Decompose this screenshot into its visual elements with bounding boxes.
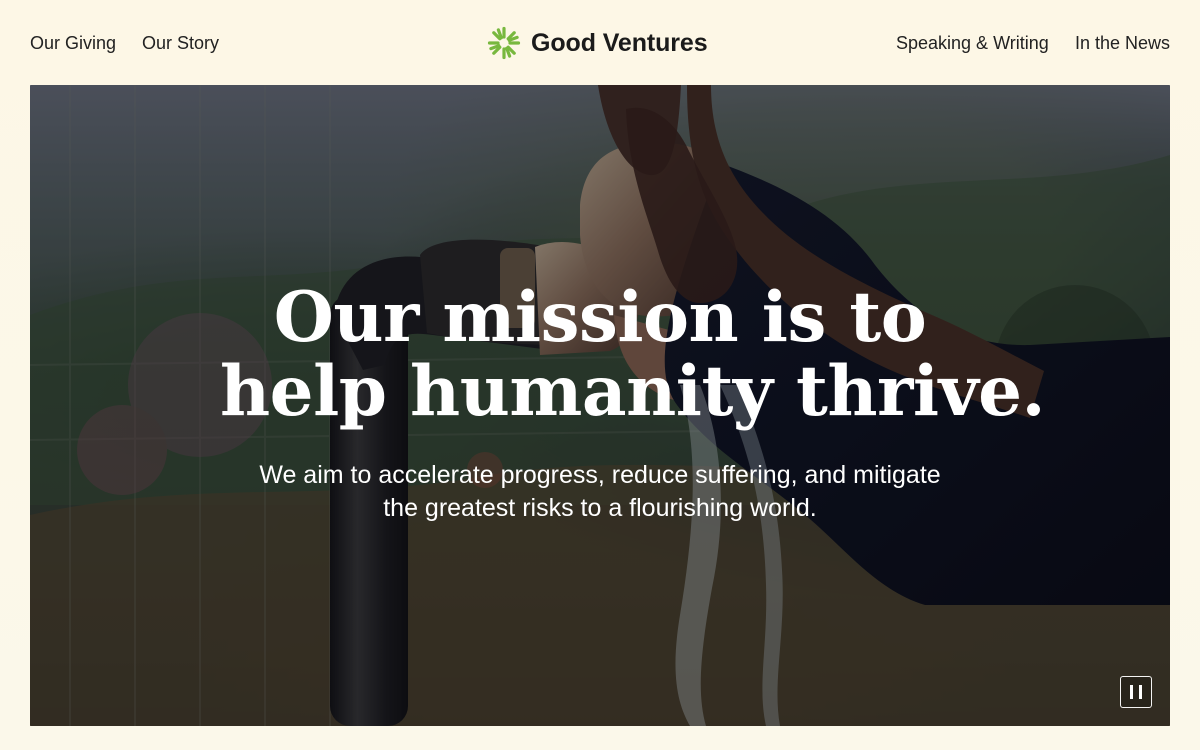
pause-video-button[interactable] xyxy=(1120,676,1152,708)
pause-bar xyxy=(1130,685,1133,699)
nav-link-our-story[interactable]: Our Story xyxy=(142,32,219,54)
hero-heading: Our mission is to help humanity thrive. xyxy=(220,277,1046,432)
hero-video-section: Our mission is to help humanity thrive. … xyxy=(30,85,1170,726)
hero-subtitle-line: the greatest risks to a flourishing worl… xyxy=(383,494,817,522)
hero-heading-line: Our mission is to xyxy=(273,277,927,358)
good-ventures-homepage: Our Giving Our Story Good Ventures Speak… xyxy=(0,0,1200,750)
nav-link-speaking-writing[interactable]: Speaking & Writing xyxy=(896,32,1049,54)
hero-subtitle-line: We aim to accelerate progress, reduce su… xyxy=(259,461,941,489)
pause-bar xyxy=(1139,685,1142,699)
hero-content: Our mission is to help humanity thrive. … xyxy=(30,281,1170,525)
hero-subtitle: We aim to accelerate progress, reduce su… xyxy=(235,459,965,525)
brand-logo-link[interactable]: Good Ventures xyxy=(487,26,714,60)
nav-link-in-the-news[interactable]: In the News xyxy=(1075,32,1170,54)
top-navigation: Our Giving Our Story Good Ventures Speak… xyxy=(0,0,1200,85)
green-starburst-logo-icon xyxy=(487,26,521,60)
brand-name: Good Ventures xyxy=(531,29,708,57)
pause-icon xyxy=(1130,685,1142,699)
hero-heading-line: help humanity thrive. xyxy=(220,351,1046,432)
nav-link-our-giving[interactable]: Our Giving xyxy=(30,32,116,54)
